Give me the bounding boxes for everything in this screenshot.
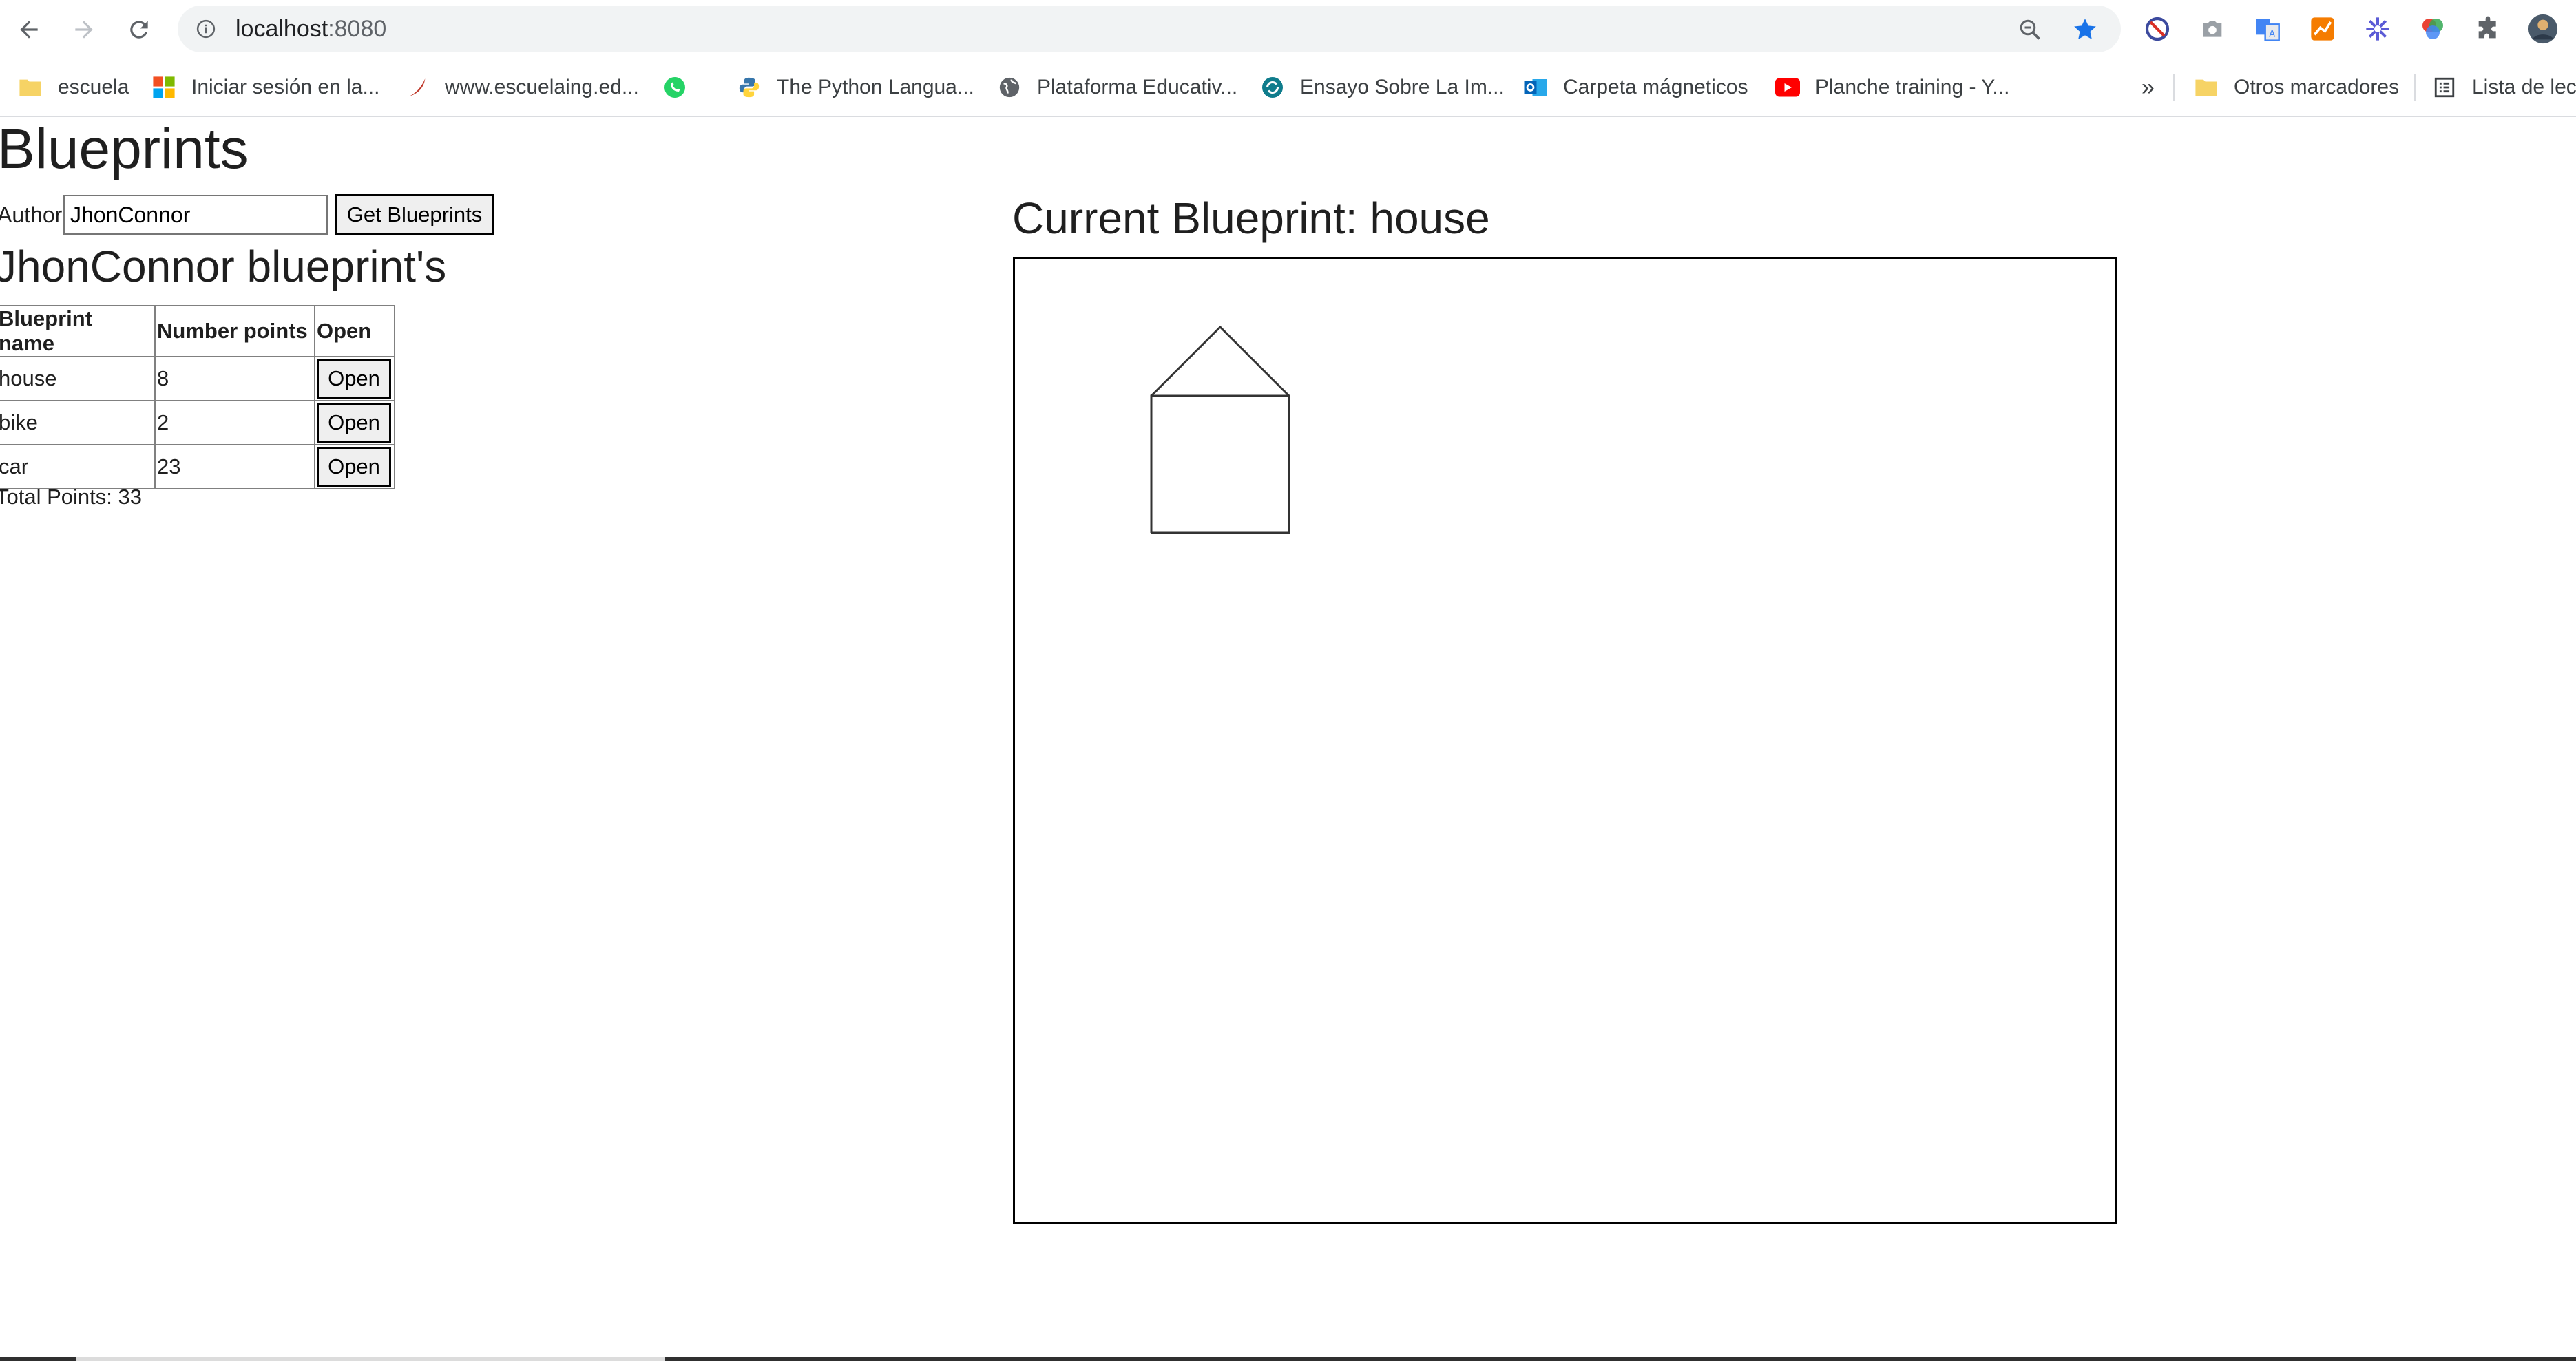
open-cell: Open xyxy=(314,400,395,445)
bookmark-whatsapp[interactable] xyxy=(662,59,702,116)
bookmark-escuelaing[interactable]: www.escuelaing.ed... xyxy=(405,59,639,116)
total-points: Total Points: 33 xyxy=(0,485,142,509)
refresh-globe-icon xyxy=(1260,75,1285,100)
taskbar-highlight xyxy=(76,1357,665,1361)
star-icon[interactable] xyxy=(2071,16,2099,43)
back-button[interactable] xyxy=(10,10,48,49)
open-blueprint-button[interactable]: Open xyxy=(317,359,391,399)
extensions-puzzle-icon[interactable] xyxy=(2471,12,2505,46)
analytics-icon[interactable] xyxy=(2305,12,2340,46)
folder-icon xyxy=(18,75,43,100)
table-row: car 23 Open xyxy=(0,444,395,489)
blueprint-name-cell: car xyxy=(0,444,156,489)
blueprint-points-cell: 8 xyxy=(154,356,315,401)
python-icon xyxy=(737,75,762,100)
bookmark-python[interactable]: The Python Langua... xyxy=(737,59,974,116)
bookmark-ensayo[interactable]: Ensayo Sobre La Im... xyxy=(1260,59,1505,116)
blueprint-drawing xyxy=(1150,325,1290,534)
youtube-icon xyxy=(1775,75,1800,100)
forward-button[interactable] xyxy=(65,10,103,49)
outlook-icon xyxy=(1523,75,1548,100)
bookmarks-divider xyxy=(2173,74,2175,101)
reading-list-button[interactable]: Lista de lec xyxy=(2432,59,2576,116)
translate-icon[interactable]: A xyxy=(2250,12,2285,46)
open-blueprint-button[interactable]: Open xyxy=(317,447,391,487)
column-header-name: Blueprint name xyxy=(0,305,156,357)
globe-icon xyxy=(997,75,1022,100)
bookmarks-bar: escuela Iniciar sesión en la... www.escu… xyxy=(0,59,2576,117)
folder-icon xyxy=(2194,75,2219,100)
profile-avatar-icon[interactable] xyxy=(2526,12,2560,46)
blueprint-points-cell: 23 xyxy=(154,444,315,489)
column-header-points: Number points xyxy=(154,305,315,357)
info-icon[interactable] xyxy=(196,19,216,39)
table-header-row: Blueprint name Number points Open xyxy=(0,305,395,357)
blueprint-points-cell: 2 xyxy=(154,400,315,445)
bookmarks-overflow-button[interactable]: » xyxy=(2142,59,2155,116)
bookmark-plataforma[interactable]: Plataforma Educativ... xyxy=(997,59,1237,116)
zoom-icon[interactable] xyxy=(2018,17,2042,42)
bookmark-iniciar-sesion[interactable]: Iniciar sesión en la... xyxy=(151,59,379,116)
arrow-left-icon xyxy=(20,21,38,39)
table-row: bike 2 Open xyxy=(0,400,395,445)
bookmark-carpeta-magneticos[interactable]: Carpeta mágneticos xyxy=(1523,59,1748,116)
open-cell: Open xyxy=(314,444,395,489)
page-title: Blueprints xyxy=(0,118,249,180)
reading-list-icon xyxy=(2432,75,2457,100)
reload-button[interactable] xyxy=(120,10,158,49)
column-header-open: Open xyxy=(314,305,395,357)
url-text: localhost:8080 xyxy=(235,16,387,42)
blueprints-table: Blueprint name Number points Open house … xyxy=(0,305,395,489)
sparkle-icon[interactable] xyxy=(2360,12,2395,46)
browser-toolbar: localhost:8080 A xyxy=(0,0,2576,59)
author-label: Author xyxy=(0,202,63,227)
table-row: house 8 Open xyxy=(0,356,395,401)
whatsapp-icon xyxy=(662,75,687,100)
bookmark-escuela[interactable]: escuela xyxy=(18,59,129,116)
house-drawing xyxy=(1150,325,1290,534)
bookmark-planche-training[interactable]: Planche training - Y... xyxy=(1775,59,2009,116)
author-input[interactable] xyxy=(63,195,328,235)
bookmark-otros-marcadores[interactable]: Otros marcadores xyxy=(2194,59,2399,116)
address-bar[interactable]: localhost:8080 xyxy=(178,6,2121,52)
svg-text:A: A xyxy=(2269,30,2275,40)
open-blueprint-button[interactable]: Open xyxy=(317,403,391,443)
bookmarks-divider xyxy=(2414,74,2416,101)
arrow-right-icon xyxy=(75,21,93,39)
escuelaing-icon xyxy=(405,75,430,100)
blueprint-name-cell: bike xyxy=(0,400,156,445)
microsoft-icon xyxy=(151,75,176,100)
color-picker-icon[interactable] xyxy=(2416,12,2450,46)
open-cell: Open xyxy=(314,356,395,401)
get-blueprints-button[interactable]: Get Blueprints xyxy=(335,194,494,235)
camera-icon[interactable] xyxy=(2195,12,2230,46)
current-blueprint-heading: Current Blueprint: house xyxy=(1012,193,1490,243)
taskbar-edge xyxy=(0,1357,2576,1361)
extension-block-icon[interactable] xyxy=(2140,12,2175,46)
blueprint-canvas[interactable] xyxy=(1013,257,2117,1224)
reload-icon xyxy=(130,21,148,39)
blueprint-name-cell: house xyxy=(0,356,156,401)
blueprints-list-heading: JhonConnor blueprint's xyxy=(0,242,447,291)
